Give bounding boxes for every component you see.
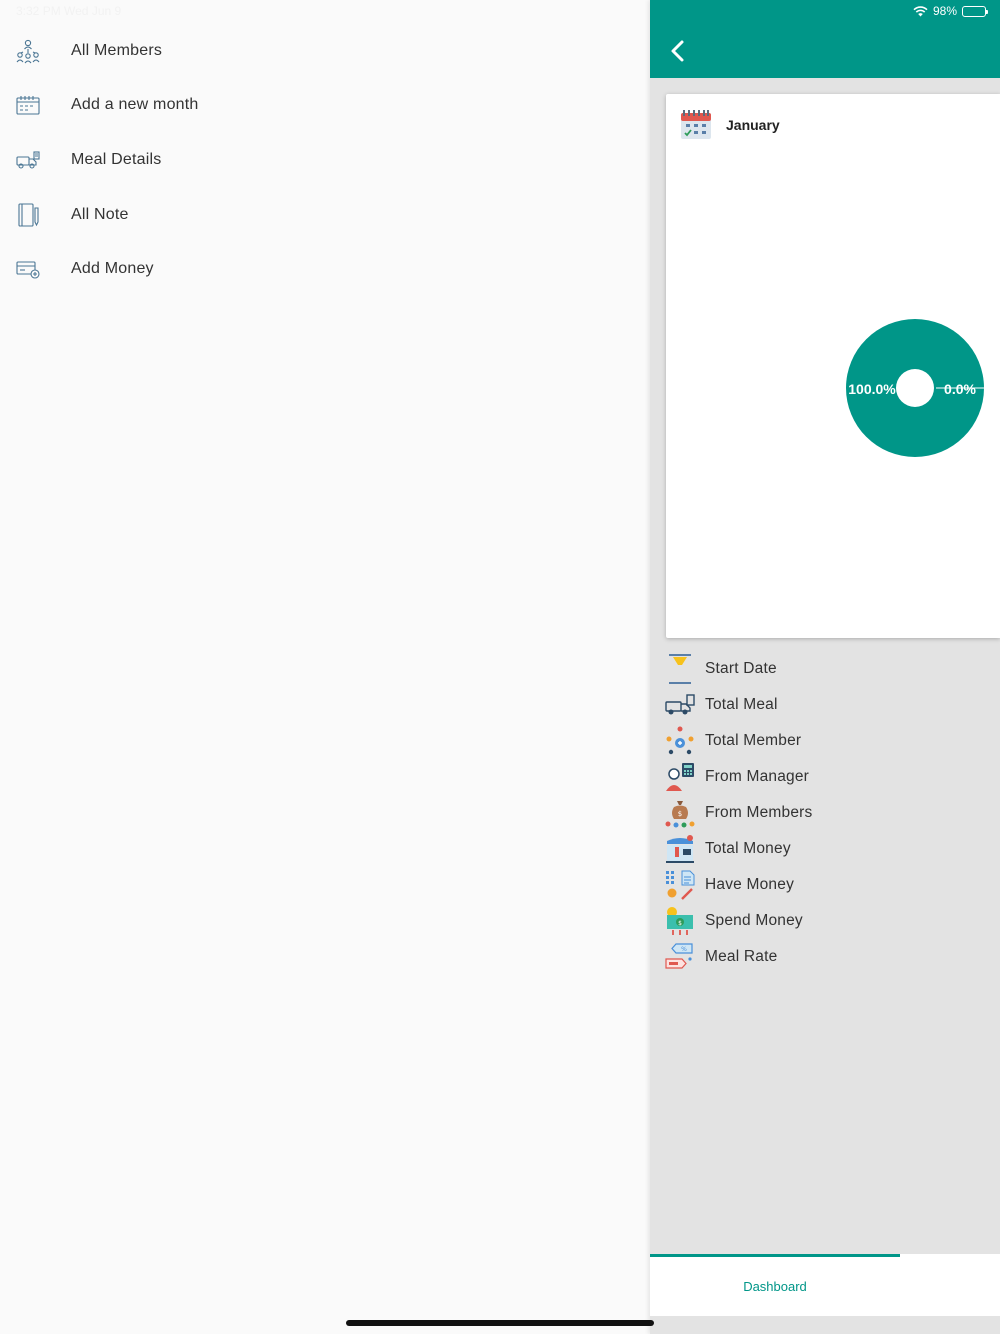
status-indicators: 98% — [913, 4, 988, 18]
stat-label: Total Money — [705, 840, 791, 857]
meal-truck-icon — [665, 694, 695, 715]
svg-text:%: % — [681, 946, 687, 953]
chevron-left-icon — [671, 40, 684, 62]
drawer-item-add-money[interactable]: Add Money — [0, 242, 650, 296]
price-tag-icon: % — [665, 943, 693, 969]
drawer-item-meal-details[interactable]: Meal Details — [0, 133, 650, 187]
drawer-item-label: Add Money — [71, 260, 154, 277]
stat-label: From Manager — [705, 768, 810, 785]
stat-spend-money[interactable]: $ Spend Money — [664, 904, 994, 938]
bottom-navigation: Dashboard — [650, 1254, 1000, 1316]
stat-total-member[interactable]: Total Member — [664, 724, 994, 758]
stat-label: Start Date — [705, 660, 777, 677]
month-card[interactable]: January 100.0% 0.0% — [666, 94, 1000, 638]
meal-pie-chart: 100.0% 0.0% — [846, 319, 986, 457]
svg-text:$: $ — [678, 810, 682, 818]
stat-meal-rate[interactable]: % Meal Rate — [664, 940, 994, 974]
drawer-item-label: Meal Details — [71, 151, 162, 168]
wifi-icon — [913, 5, 928, 16]
calendar-icon — [15, 92, 41, 118]
stat-label: Have Money — [705, 876, 795, 893]
stat-total-meal[interactable]: Total Meal — [664, 688, 994, 722]
tab-dashboard[interactable]: Dashboard — [650, 1257, 900, 1316]
navigation-drawer: 3:32 PM Wed Jun 9 All Members Add a new … — [0, 0, 650, 1334]
manager-icon — [666, 763, 694, 791]
stat-label: Total Member — [705, 732, 802, 749]
calculator-icon — [666, 870, 695, 900]
cash-register-icon — [666, 835, 694, 863]
app-bar: 98% — [650, 0, 1000, 78]
battery-percent: 98% — [932, 4, 957, 18]
stat-total-money[interactable]: Total Money — [664, 832, 994, 866]
money-bag-icon: $ — [665, 801, 695, 828]
status-time: 3:32 PM Wed Jun 9 — [16, 4, 122, 18]
stat-label: Meal Rate — [705, 948, 778, 965]
pie-label: 100.0% — [848, 381, 896, 397]
stat-label: Spend Money — [705, 912, 803, 929]
drawer-item-all-members[interactable]: All Members — [0, 24, 650, 78]
battery-icon — [962, 5, 988, 17]
drawer-item-add-month[interactable]: Add a new month — [0, 78, 650, 132]
stat-have-money[interactable]: Have Money — [664, 868, 994, 902]
pie-label: 0.0% — [944, 381, 976, 397]
meal-truck-icon — [15, 147, 41, 173]
stat-from-manager[interactable]: From Manager — [664, 760, 994, 794]
spend-money-icon: $ — [667, 907, 693, 935]
svg-text:$: $ — [678, 920, 682, 927]
drawer-item-label: All Note — [71, 206, 129, 223]
drawer-item-label: All Members — [71, 42, 163, 59]
pie-hole — [896, 369, 934, 407]
members-icon — [15, 38, 41, 64]
add-money-icon — [15, 256, 41, 282]
stat-from-members[interactable]: $ From Members — [664, 796, 994, 830]
home-indicator[interactable] — [346, 1320, 654, 1326]
drawer-item-all-note[interactable]: All Note — [0, 188, 650, 242]
team-icon — [666, 726, 694, 755]
stat-start-date[interactable]: Start Date — [664, 652, 994, 686]
stat-label: From Members — [705, 804, 813, 821]
notebook-icon — [15, 202, 41, 228]
drawer-item-label: Add a new month — [71, 96, 199, 113]
hourglass-icon — [669, 654, 691, 684]
back-button[interactable] — [666, 38, 690, 64]
stat-label: Total Meal — [705, 696, 778, 713]
main-panel: 98% January 100.0% 0.0% Start Date Total… — [650, 0, 1000, 1334]
